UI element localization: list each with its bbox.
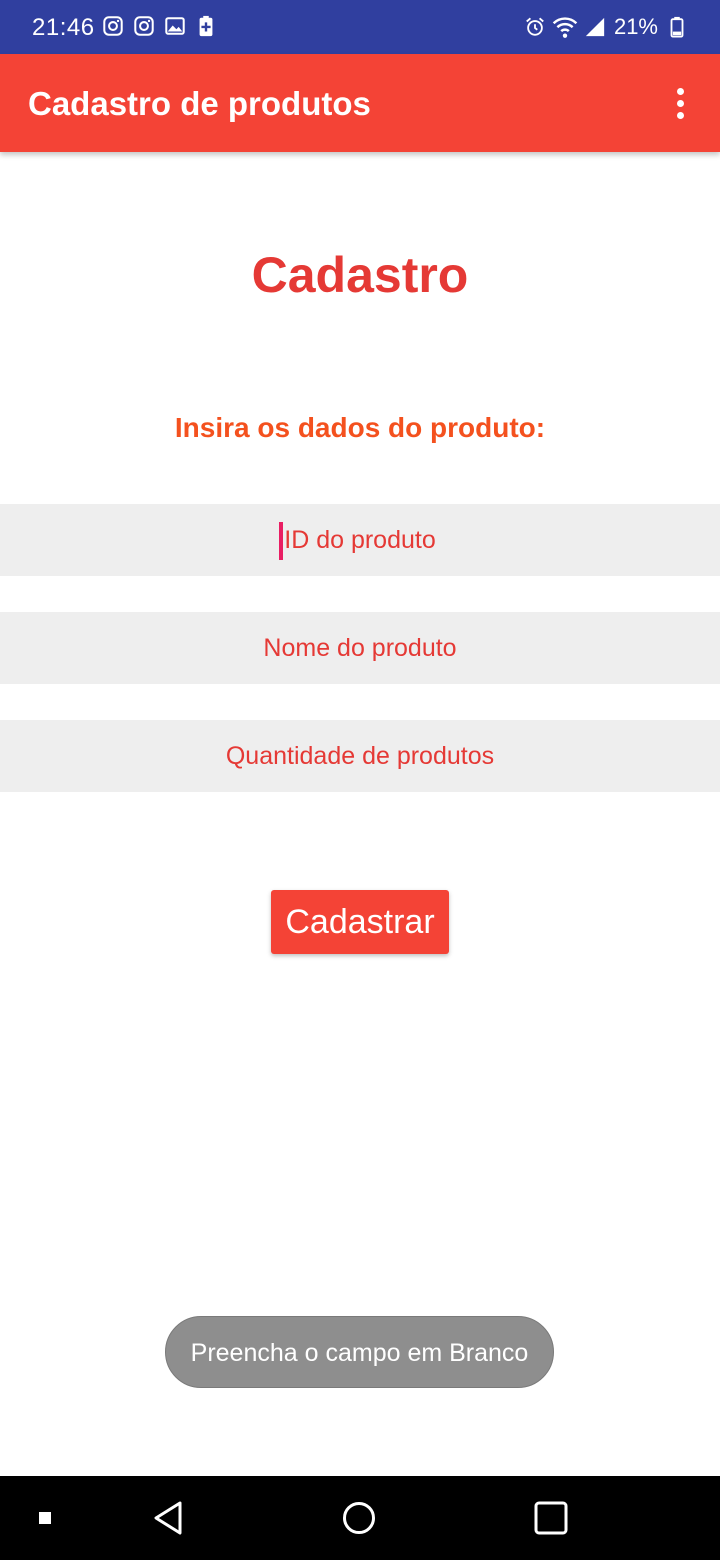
- signal-icon: [585, 17, 605, 37]
- page-heading: Cadastro: [251, 247, 469, 303]
- notification-icons: [102, 15, 217, 39]
- overflow-menu-icon[interactable]: [660, 83, 700, 123]
- home-icon[interactable]: [342, 1501, 376, 1535]
- navigation-bar: [0, 1476, 720, 1560]
- back-icon[interactable]: [152, 1500, 184, 1536]
- overview-icon[interactable]: [534, 1501, 568, 1535]
- status-bar: 21:46 21%: [0, 0, 720, 54]
- product-id-placeholder: ID do produto: [284, 526, 436, 554]
- battery-percentage: 21%: [613, 14, 658, 39]
- product-id-field[interactable]: ID do produto: [0, 504, 720, 576]
- instagram-icon: [134, 16, 154, 36]
- product-name-placeholder: Nome do produto: [263, 634, 457, 662]
- alarm-icon: [526, 17, 544, 36]
- gallery-icon: [165, 17, 185, 35]
- cadastrar-button[interactable]: Cadastrar: [271, 890, 449, 954]
- form-instructions: Insira os dados do produto:: [174, 412, 546, 443]
- instagram-icon: [103, 16, 123, 36]
- app-bar: Cadastro de produtos: [0, 54, 720, 152]
- battery-saver-icon: [199, 15, 213, 37]
- recents-indicator-icon: [39, 1512, 51, 1524]
- product-name-field[interactable]: Nome do produto: [0, 612, 720, 684]
- app-title: Cadastro de produtos: [28, 85, 371, 122]
- product-quantity-placeholder: Quantidade de produtos: [225, 742, 495, 770]
- battery-icon: [670, 16, 684, 38]
- status-time: 21:46: [32, 14, 95, 41]
- text-cursor: [279, 522, 283, 560]
- system-status-icons: 21%: [524, 13, 688, 41]
- product-quantity-field[interactable]: Quantidade de produtos: [0, 720, 720, 792]
- wifi-icon: [552, 17, 578, 38]
- toast-message: Preencha o campo em Branco: [165, 1316, 554, 1388]
